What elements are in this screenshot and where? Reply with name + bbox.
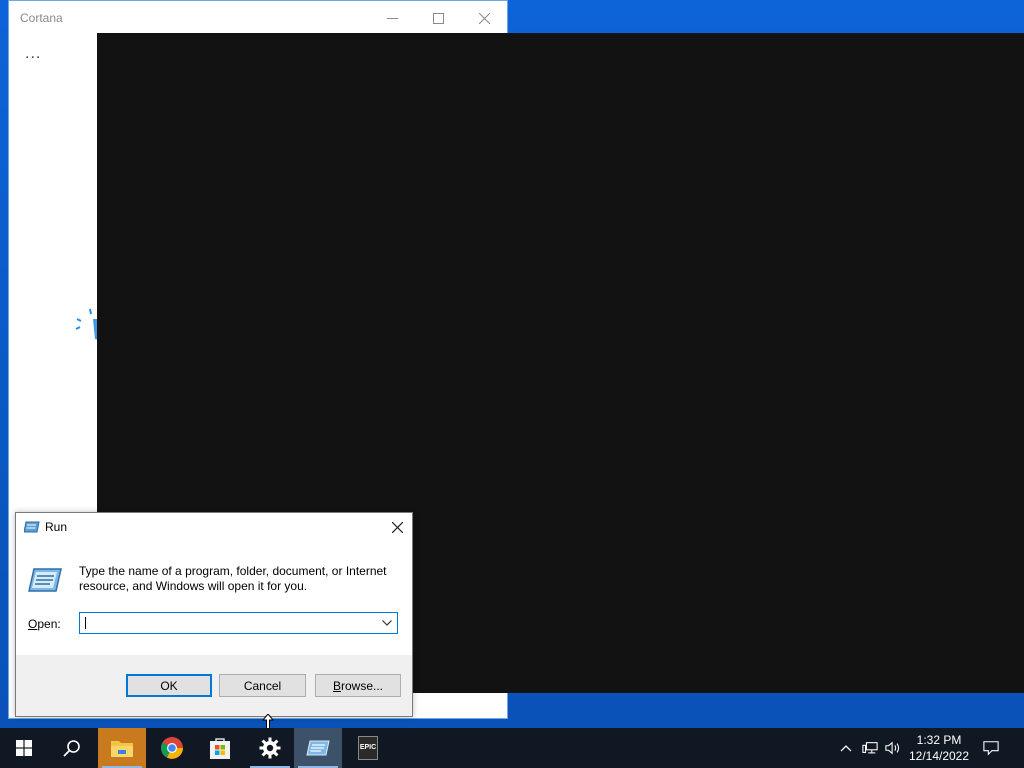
run-dialog: Run Type the name of a program, folder, … xyxy=(15,512,413,717)
chevron-up-icon xyxy=(840,745,852,752)
close-button[interactable] xyxy=(461,1,507,35)
chevron-down-icon xyxy=(382,620,392,626)
network-icon xyxy=(862,742,878,754)
browse-button[interactable]: Browse... xyxy=(315,674,401,697)
ok-button[interactable]: OK xyxy=(126,674,212,697)
run-app-icon xyxy=(24,521,40,533)
close-icon xyxy=(391,521,403,533)
chrome-icon xyxy=(161,737,183,759)
action-center-button[interactable] xyxy=(983,740,999,756)
run-close-button[interactable] xyxy=(382,513,412,541)
network-button[interactable] xyxy=(862,740,878,756)
run-titlebar[interactable]: Run xyxy=(16,513,412,541)
run-program-icon xyxy=(28,568,62,592)
taskbar: EPIC 1:32 PM 12/14/2022 xyxy=(0,728,1024,768)
show-hidden-icons-button[interactable] xyxy=(838,740,854,756)
cancel-button[interactable]: Cancel xyxy=(219,674,306,697)
clock-time: 1:32 PM xyxy=(916,733,962,747)
open-label-rest: pen: xyxy=(37,617,61,631)
open-label: Open: xyxy=(28,617,61,631)
folder-icon xyxy=(111,741,133,757)
epic-games-label: EPIC xyxy=(359,744,377,751)
taskbar-clock[interactable]: 1:32 PM 12/14/2022 xyxy=(906,732,972,764)
open-dropdown-button[interactable] xyxy=(380,616,394,630)
taskbar-settings[interactable] xyxy=(246,728,294,768)
browse-label-accel: B xyxy=(332,678,341,693)
more-options-button[interactable]: ... xyxy=(25,45,41,63)
clock-date: 12/14/2022 xyxy=(908,749,970,763)
run-description: Type the name of a program, folder, docu… xyxy=(79,564,387,593)
minimize-button[interactable] xyxy=(369,1,415,35)
run-icon xyxy=(306,740,330,756)
gear-icon xyxy=(259,737,281,759)
maximize-button[interactable] xyxy=(415,1,461,35)
run-button-bar: OK Cancel Browse... xyxy=(16,655,412,716)
search-icon xyxy=(63,740,80,757)
maximize-icon xyxy=(432,12,444,24)
cortana-title: Cortana xyxy=(20,11,63,25)
notification-icon xyxy=(983,741,999,756)
open-label-accel: O xyxy=(28,617,38,631)
taskbar-run[interactable] xyxy=(294,728,342,768)
taskbar-store[interactable] xyxy=(196,728,244,768)
minimize-icon xyxy=(386,17,398,19)
text-caret xyxy=(85,617,86,629)
windows-logo-icon xyxy=(16,740,32,756)
store-icon xyxy=(210,738,230,759)
epic-games-icon: EPIC xyxy=(358,736,378,760)
search-button[interactable] xyxy=(48,728,96,768)
close-icon xyxy=(478,12,490,24)
taskbar-epic-games[interactable]: EPIC xyxy=(344,728,392,768)
taskbar-chrome[interactable] xyxy=(148,728,196,768)
volume-button[interactable] xyxy=(885,740,901,756)
open-input[interactable] xyxy=(83,615,373,631)
run-title: Run xyxy=(45,520,68,534)
taskbar-file-explorer[interactable] xyxy=(98,728,146,768)
cortana-titlebar[interactable]: Cortana xyxy=(9,1,507,35)
start-button[interactable] xyxy=(0,728,48,768)
browse-label-rest: rowse... xyxy=(341,678,384,693)
speaker-icon xyxy=(885,741,900,755)
open-combobox[interactable] xyxy=(79,612,398,634)
